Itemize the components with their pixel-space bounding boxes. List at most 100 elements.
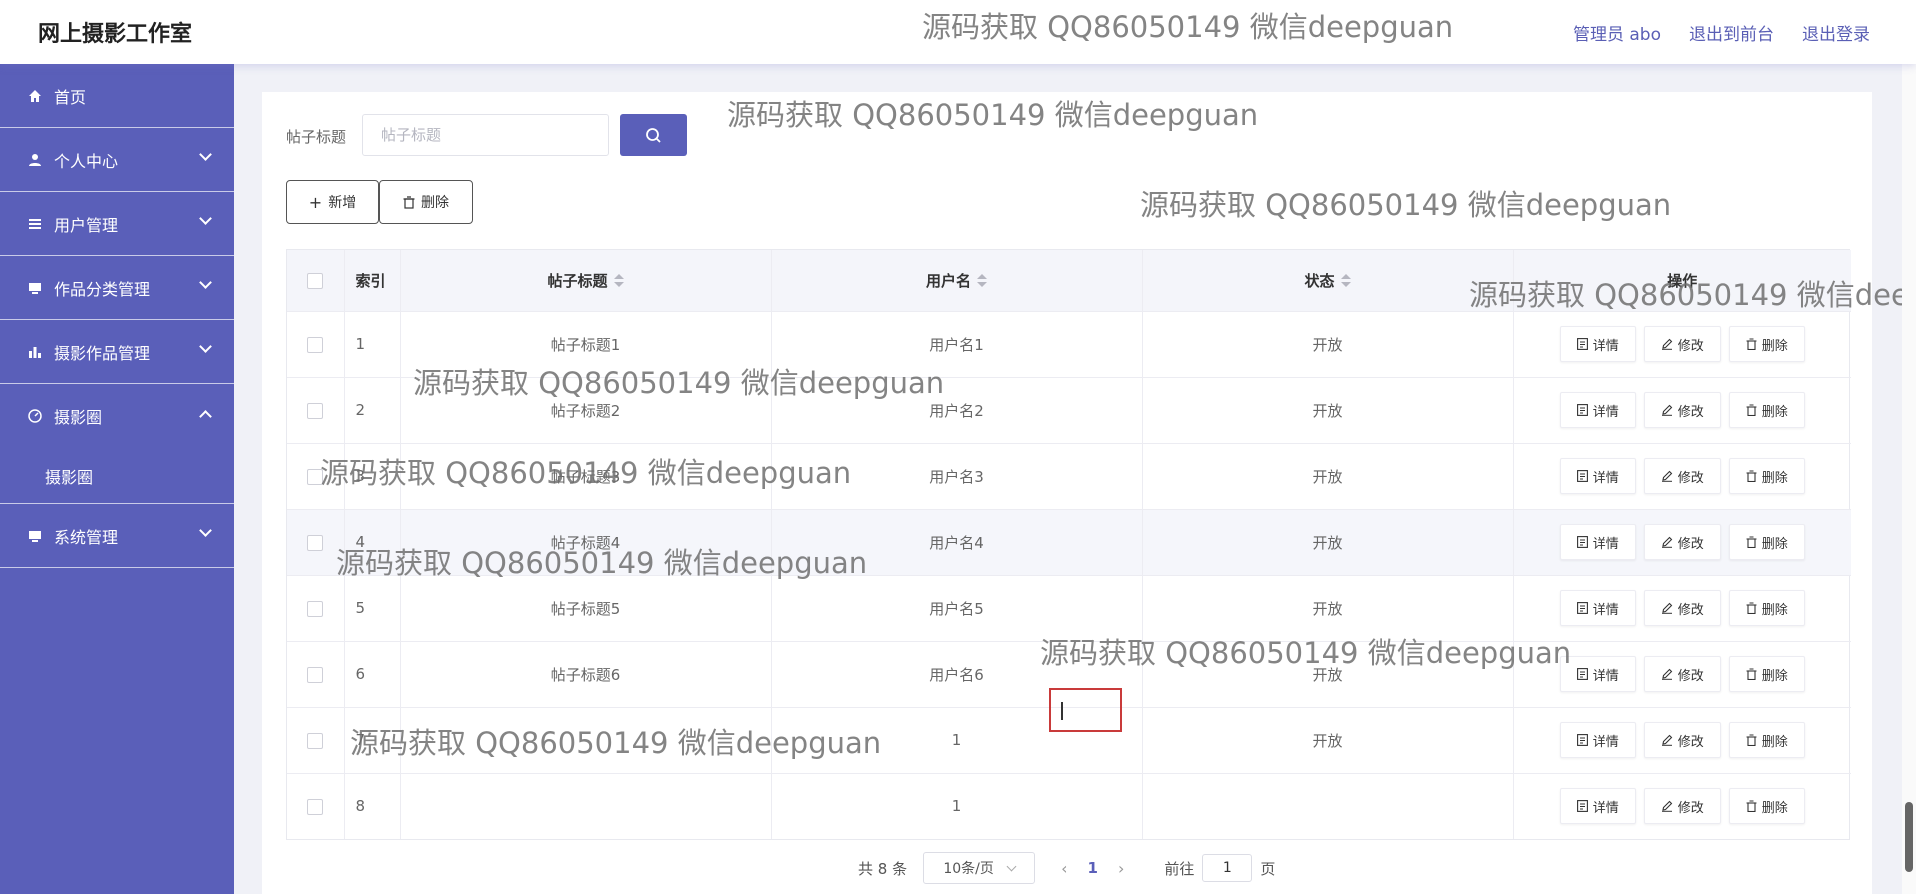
admin-user-link[interactable]: 管理员 abo <box>1573 20 1661 45</box>
edit-button[interactable]: 修改 <box>1643 326 1721 362</box>
search-input[interactable] <box>362 114 609 156</box>
goto-page-input[interactable] <box>1202 854 1253 882</box>
sidebar-subitem-circle[interactable]: 摄影圈 <box>0 448 234 504</box>
column-header-label: 状态 <box>1304 271 1335 290</box>
scrollbar-thumb[interactable] <box>1905 802 1913 872</box>
edit-icon <box>1661 536 1673 548</box>
text-cursor-icon <box>1061 702 1063 720</box>
document-icon <box>1576 404 1588 416</box>
row-select-cell <box>287 773 345 839</box>
back-to-frontend-link[interactable]: 退出到前台 <box>1689 20 1774 45</box>
column-header-user[interactable]: 用户名 <box>771 250 1143 311</box>
row-delete-button[interactable]: 删除 <box>1728 326 1805 362</box>
row-delete-button[interactable]: 删除 <box>1728 590 1805 626</box>
row-index: 1 <box>344 311 401 377</box>
detail-button[interactable]: 详情 <box>1559 722 1636 758</box>
row-checkbox[interactable] <box>307 600 324 617</box>
monitor-icon <box>28 281 42 295</box>
row-checkbox[interactable] <box>307 402 324 419</box>
sidebar-item-category[interactable]: 作品分类管理 <box>0 256 234 320</box>
row-delete-button-label: 删除 <box>1761 668 1788 684</box>
edit-button[interactable]: 修改 <box>1643 458 1721 494</box>
detail-button[interactable]: 详情 <box>1559 590 1636 626</box>
trash-icon <box>1746 338 1757 350</box>
detail-button[interactable]: 详情 <box>1559 326 1636 362</box>
sort-icon[interactable] <box>977 274 987 288</box>
sidebar-item-works[interactable]: 摄影作品管理 <box>0 320 234 384</box>
document-icon <box>1576 734 1588 746</box>
add-button[interactable]: + 新增 <box>286 180 379 224</box>
sidebar-item-users[interactable]: 用户管理 <box>0 192 234 256</box>
row-checkbox[interactable] <box>307 534 324 551</box>
row-status: 开放 <box>1142 509 1514 575</box>
sidebar-item-profile[interactable]: 个人中心 <box>0 128 234 192</box>
row-delete-button[interactable]: 删除 <box>1728 788 1805 825</box>
app-title: 网上摄影工作室 <box>38 22 193 47</box>
edit-icon <box>1661 404 1673 416</box>
header-nav: 管理员 abo 退出到前台 退出登录 <box>1573 20 1870 45</box>
page-size-select[interactable]: 10条/页 <box>923 852 1036 884</box>
row-title: 帖子标题2 <box>400 377 772 443</box>
edit-button[interactable]: 修改 <box>1643 392 1721 428</box>
search-button[interactable] <box>620 114 687 156</box>
row-checkbox[interactable] <box>307 468 324 485</box>
document-icon <box>1576 668 1588 680</box>
edit-button[interactable]: 修改 <box>1643 590 1721 626</box>
table-row: 2 帖子标题2 用户名2 开放 详情 修改 删除 <box>287 377 1851 443</box>
delete-button[interactable]: 删除 <box>379 180 473 224</box>
sidebar-item-home[interactable]: 首页 <box>0 64 234 128</box>
detail-button[interactable]: 详情 <box>1559 458 1636 494</box>
edit-button[interactable]: 修改 <box>1643 524 1721 560</box>
chevron-down-icon <box>199 148 212 161</box>
row-checkbox[interactable] <box>307 336 324 353</box>
page-number-current[interactable]: 1 <box>1088 859 1098 877</box>
plus-icon: + <box>308 192 323 212</box>
detail-button[interactable]: 详情 <box>1559 524 1636 560</box>
row-checkbox[interactable] <box>307 798 324 815</box>
row-delete-button[interactable]: 删除 <box>1728 656 1805 692</box>
sort-icon[interactable] <box>1340 274 1351 288</box>
next-page-icon[interactable]: › <box>1118 859 1124 878</box>
document-icon <box>1576 800 1588 813</box>
sidebar-item-system[interactable]: 系统管理 <box>0 504 234 568</box>
logout-link[interactable]: 退出登录 <box>1802 20 1870 45</box>
row-status: 开放 <box>1142 707 1514 773</box>
document-icon <box>1576 338 1588 350</box>
detail-button-label: 详情 <box>1592 800 1619 816</box>
row-delete-button[interactable]: 删除 <box>1728 458 1805 494</box>
select-all-checkbox[interactable] <box>307 272 324 289</box>
add-button-label: 新增 <box>328 195 357 211</box>
detail-button[interactable]: 详情 <box>1559 392 1636 428</box>
row-username: 用户名3 <box>771 443 1143 509</box>
row-ops: 详情 修改 删除 <box>1513 311 1851 377</box>
edit-button[interactable]: 修改 <box>1643 722 1721 758</box>
row-delete-button-label: 删除 <box>1761 470 1788 486</box>
row-checkbox[interactable] <box>307 666 324 683</box>
detail-button[interactable]: 详情 <box>1559 656 1636 692</box>
edit-icon <box>1661 800 1673 813</box>
row-delete-button-label: 删除 <box>1761 734 1788 750</box>
prev-page-icon[interactable]: ‹ <box>1061 859 1067 878</box>
sort-icon[interactable] <box>613 274 624 288</box>
trash-icon <box>403 195 415 209</box>
edit-button[interactable]: 修改 <box>1643 788 1721 825</box>
table-row: 5 帖子标题5 用户名5 开放 详情 修改 删除 <box>287 575 1851 641</box>
row-ops: 详情 修改 删除 <box>1513 443 1851 509</box>
row-status: 开放 <box>1142 641 1514 707</box>
row-ops: 详情 修改 删除 <box>1513 377 1851 443</box>
row-index: 6 <box>344 641 401 707</box>
row-delete-button[interactable]: 删除 <box>1728 722 1805 758</box>
list-icon <box>28 217 42 231</box>
detail-button[interactable]: 详情 <box>1559 788 1636 825</box>
edit-icon <box>1661 338 1673 350</box>
row-checkbox[interactable] <box>307 732 324 749</box>
edit-button[interactable]: 修改 <box>1643 656 1721 692</box>
sidebar-item-circle[interactable]: 摄影圈 <box>0 384 234 448</box>
row-delete-button[interactable]: 删除 <box>1728 392 1805 428</box>
document-icon <box>1576 602 1588 614</box>
column-header-status[interactable]: 状态 <box>1142 250 1514 311</box>
row-delete-button[interactable]: 删除 <box>1728 524 1805 560</box>
column-header-title[interactable]: 帖子标题 <box>400 250 772 311</box>
row-title: 帖子标题4 <box>400 509 772 575</box>
page-scrollbar[interactable] <box>1902 64 1916 894</box>
